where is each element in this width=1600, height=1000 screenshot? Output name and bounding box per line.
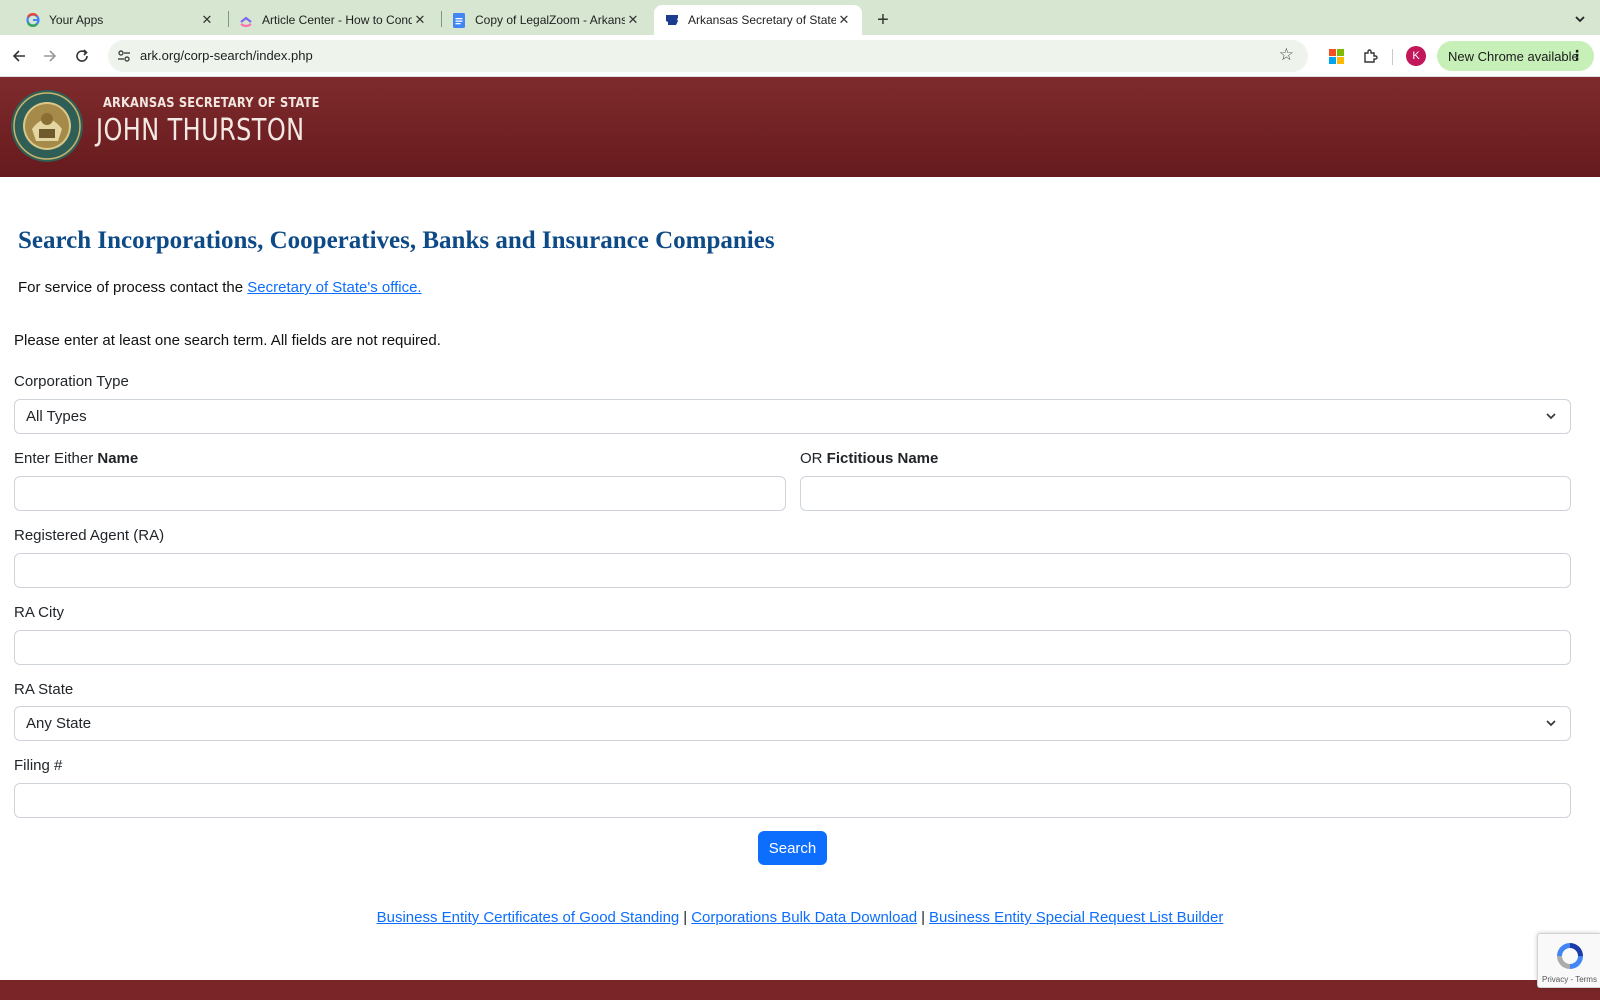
tab-arkansas-sos[interactable]: Arkansas Secretary of State ✕: [654, 5, 862, 35]
profile-avatar[interactable]: K: [1406, 46, 1426, 66]
page-title: Search Incorporations, Cooperatives, Ban…: [18, 227, 775, 254]
tab-title: Your Apps: [49, 13, 104, 27]
corporation-type-select[interactable]: All Types: [14, 399, 1571, 434]
filing-number-input[interactable]: [14, 783, 1571, 818]
link-separator: |: [683, 909, 688, 926]
site-info-icon[interactable]: [116, 48, 132, 64]
name-label-prefix: Enter Either: [14, 450, 98, 467]
filing-number-label: Filing #: [14, 757, 63, 774]
update-label: New Chrome available: [1448, 48, 1579, 64]
ra-state-label: RA State: [14, 681, 74, 698]
chrome-update-button[interactable]: New Chrome available ⋮: [1437, 41, 1594, 71]
fictitious-label-bold: Fictitious Name: [826, 450, 939, 467]
recaptcha-icon: [1557, 943, 1583, 969]
google-icon: [25, 12, 41, 28]
recaptcha-privacy-terms[interactable]: Privacy - Terms: [1542, 975, 1597, 984]
tab-your-apps[interactable]: Your Apps ✕: [15, 5, 225, 35]
toolbar-divider: [1392, 49, 1393, 65]
ra-state-select[interactable]: Any State: [14, 706, 1571, 741]
tab-title: Copy of LegalZoom - Arkansa: [475, 13, 625, 27]
forward-arrow-icon[interactable]: [37, 43, 63, 69]
close-icon[interactable]: ✕: [412, 12, 428, 28]
clickup-icon: [238, 12, 254, 28]
service-prefix: For service of process contact the: [18, 279, 248, 296]
search-button[interactable]: Search: [758, 831, 827, 865]
address-bar[interactable]: ark.org/corp-search/index.php ☆: [108, 40, 1308, 72]
browser-tab-strip: Your Apps ✕ Article Center - How to Cond…: [0, 0, 1600, 35]
new-tab-plus-icon[interactable]: +: [870, 7, 896, 33]
url-text[interactable]: ark.org/corp-search/index.php: [140, 48, 313, 63]
kebab-menu-icon[interactable]: ⋮: [1570, 47, 1584, 64]
special-request-list-builder-link[interactable]: Business Entity Special Request List Bui…: [929, 909, 1223, 926]
fictitious-name-input[interactable]: [800, 476, 1571, 511]
certificates-of-good-standing-link[interactable]: Business Entity Certificates of Good Sta…: [377, 909, 680, 926]
footer-links: Business Entity Certificates of Good Sta…: [0, 909, 1600, 926]
name-label-bold: Name: [97, 450, 139, 467]
arkansas-state-icon: [664, 12, 680, 28]
tab-title: Arkansas Secretary of State: [688, 13, 836, 27]
google-docs-icon: [451, 12, 467, 28]
service-of-process-note: For service of process contact the Secre…: [18, 279, 422, 296]
close-icon[interactable]: ✕: [836, 12, 852, 28]
corporation-type-value: All Types: [26, 408, 87, 425]
ra-city-input[interactable]: [14, 630, 1571, 665]
reload-icon[interactable]: [69, 43, 95, 69]
recaptcha-badge[interactable]: Privacy - Terms: [1537, 933, 1600, 988]
close-icon[interactable]: ✕: [625, 12, 641, 28]
link-separator: |: [921, 909, 926, 926]
site-footer-bar: [0, 980, 1600, 1000]
ra-state-value: Any State: [26, 715, 92, 732]
microsoft-extension-icon[interactable]: [1324, 44, 1348, 68]
bulk-data-download-link[interactable]: Corporations Bulk Data Download: [691, 909, 917, 926]
search-instructions: Please enter at least one search term. A…: [14, 332, 441, 349]
close-icon[interactable]: ✕: [199, 12, 215, 28]
tab-search-chevron-icon[interactable]: [1568, 7, 1592, 31]
bookmark-star-icon[interactable]: ☆: [1279, 45, 1294, 65]
fictitious-label-prefix: OR: [800, 450, 827, 467]
registered-agent-input[interactable]: [14, 553, 1571, 588]
banner-official-name: JOHN THURSTON: [96, 113, 305, 148]
browser-toolbar: ark.org/corp-search/index.php ☆ K New Ch…: [0, 35, 1600, 77]
tab-legalzoom-doc[interactable]: Copy of LegalZoom - Arkansa ✕: [441, 5, 651, 35]
tab-title: Article Center - How to Condu: [262, 13, 412, 27]
name-input[interactable]: [14, 476, 786, 511]
fictitious-name-label: OR Fictitious Name: [800, 450, 938, 467]
name-label: Enter Either Name: [14, 450, 138, 467]
state-seal-icon[interactable]: [10, 89, 84, 163]
corporation-type-label: Corporation Type: [14, 373, 129, 390]
ra-city-label: RA City: [14, 604, 65, 621]
secretary-of-state-office-link[interactable]: Secretary of State's office.: [247, 279, 421, 296]
site-banner: ARKANSAS SECRETARY OF STATE JOHN THURSTO…: [0, 77, 1600, 177]
back-arrow-icon[interactable]: [6, 43, 32, 69]
extensions-puzzle-icon[interactable]: [1358, 44, 1382, 68]
chevron-down-icon: [1544, 716, 1558, 730]
chevron-down-icon: [1544, 409, 1558, 423]
banner-office-title: ARKANSAS SECRETARY OF STATE: [103, 96, 320, 111]
registered-agent-label: Registered Agent (RA): [14, 527, 165, 544]
tab-article-center[interactable]: Article Center - How to Condu ✕: [228, 5, 438, 35]
